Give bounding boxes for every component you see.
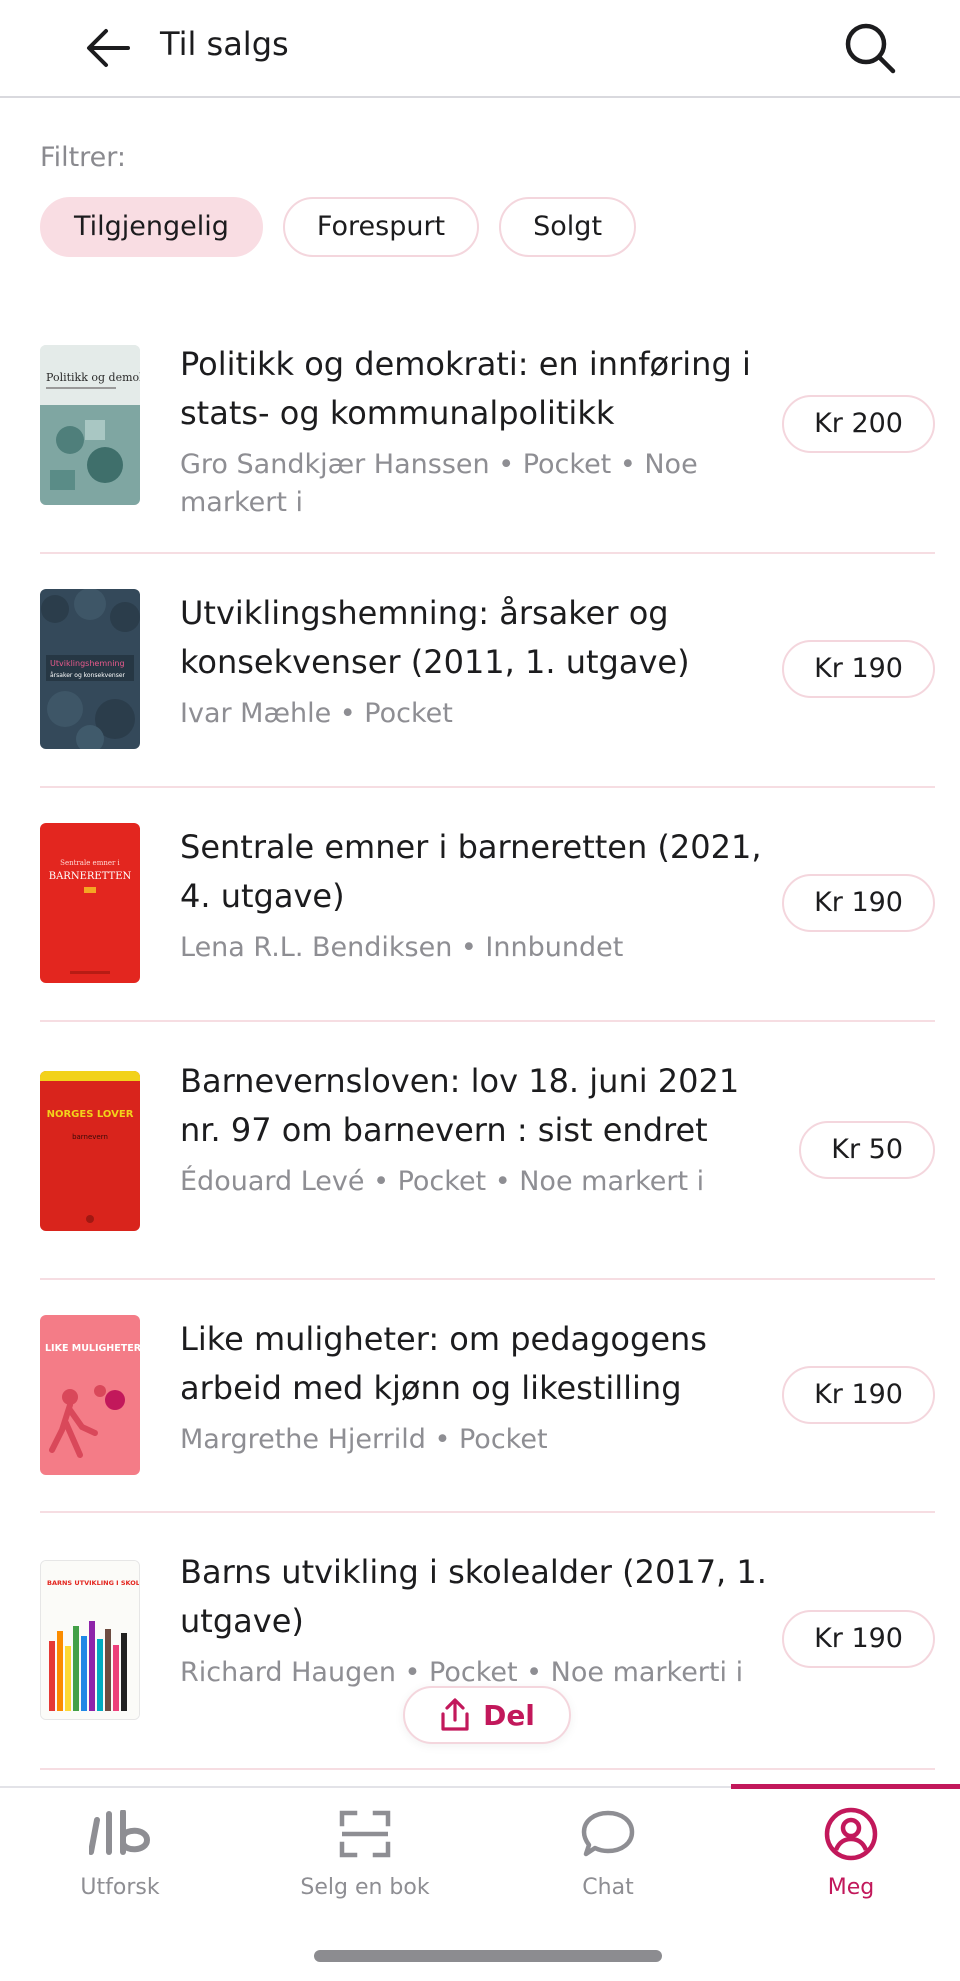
price-badge[interactable]: Kr 190 [782,874,935,932]
nav-item-meg[interactable]: Meg [731,1788,960,1918]
user-circle-icon [824,1806,878,1862]
nav-item-utforsk[interactable]: Utforsk [0,1788,240,1918]
nav-label: Chat [582,1875,634,1900]
lb-logo-icon [89,1806,151,1862]
book-cover: Sentrale emner i BARNERETTEN [40,823,140,983]
book-cover: Utviklingshemning årsaker og konsekvense… [40,589,140,749]
nav-item-selg-en-bok[interactable]: Selg en bok [245,1788,485,1918]
price-badge[interactable]: Kr 190 [782,640,935,698]
listing-title: Barns utvikling i skolealder (2017, 1. u… [180,1553,767,1640]
listing-item[interactable]: Politikk og demokrati Politikk og demokr… [40,330,935,554]
listing-item[interactable]: LIKE MULIGHETER Like muligheter: om peda… [40,1280,935,1513]
share-button[interactable]: Del [403,1686,571,1744]
cover-subtitle: Sentrale emner i [60,859,120,867]
home-indicator [314,1950,662,1962]
price-badge[interactable]: Kr 50 [799,1121,935,1179]
book-cover: NORGES LOVER barnevern [40,1071,140,1231]
search-icon [845,23,896,74]
listing-meta: Gro Sandkjær Hanssen • Pocket • Noe mark… [180,449,698,518]
cover-title: NORGES LOVER [47,1109,134,1120]
nav-label: Meg [827,1875,875,1900]
share-label: Del [483,1698,535,1732]
filter-chip-tilgjengelig[interactable]: Tilgjengelig [40,197,263,257]
listing-meta: Ivar Mæhle • Pocket [180,698,453,729]
listing-title: Utviklingshemning: årsaker og konsekvens… [180,594,690,681]
filter-chip-forespurt[interactable]: Forespurt [282,197,480,257]
nav-label: Utforsk [80,1875,160,1900]
cover-title: LIKE MULIGHETER [45,1343,140,1354]
price-badge[interactable]: Kr 190 [782,1366,935,1424]
listing-meta: Lena R.L. Bendiksen • Innbundet [180,932,624,963]
listing-title: Like muligheter: om pedagogens arbeid me… [180,1320,707,1407]
filter-chips: Tilgjengelig Forespurt Solgt [40,197,637,257]
share-icon [441,1698,469,1731]
scan-icon [339,1806,391,1862]
cover-title: BARNERETTEN [49,871,132,882]
book-cover: Politikk og demokrati [40,345,140,505]
app-header: Til salgs [0,0,960,98]
book-cover: LIKE MULIGHETER [40,1315,140,1475]
listing-title: Sentrale emner i barneretten (2021, 4. u… [180,828,762,915]
listing-title: Barnevernsloven: lov 18. juni 2021 nr. 9… [180,1062,740,1149]
filter-chip-solgt[interactable]: Solgt [499,197,637,257]
listing-item[interactable]: NORGES LOVER barnevern Barnevernsloven: … [40,1022,935,1280]
listing-meta: Édouard Levé • Pocket • Noe markert i [180,1166,705,1197]
nav-label: Selg en bok [300,1875,430,1900]
book-cover: BARNS UTVIKLING I SKOLEALDER [40,1560,140,1720]
listing-meta: Margrethe Hjerrild • Pocket [180,1424,548,1455]
price-badge[interactable]: Kr 200 [782,395,935,453]
cover-title: Utviklingshemning [50,659,125,668]
price-badge[interactable]: Kr 190 [782,1610,935,1668]
cover-subtitle: årsaker og konsekvenser [50,672,126,679]
arrow-left-icon [87,29,130,67]
search-button[interactable] [838,16,902,80]
cover-title: BARNS UTVIKLING I SKOLEALDER [47,1579,140,1587]
page-title: Til salgs [160,25,289,63]
listing-title: Politikk og demokrati: en innføring i st… [180,345,751,432]
back-button[interactable] [80,20,136,76]
cover-subtitle: barnevern [72,1133,108,1141]
nav-item-chat[interactable]: Chat [488,1788,728,1918]
cover-title: Politikk og demokrati [46,371,140,384]
chat-bubble-icon [581,1806,635,1862]
filter-label: Filtrer: [40,142,126,173]
listing-item[interactable]: Utviklingshemning årsaker og konsekvense… [40,554,935,788]
listing-item[interactable]: Sentrale emner i BARNERETTEN Sentrale em… [40,788,935,1022]
